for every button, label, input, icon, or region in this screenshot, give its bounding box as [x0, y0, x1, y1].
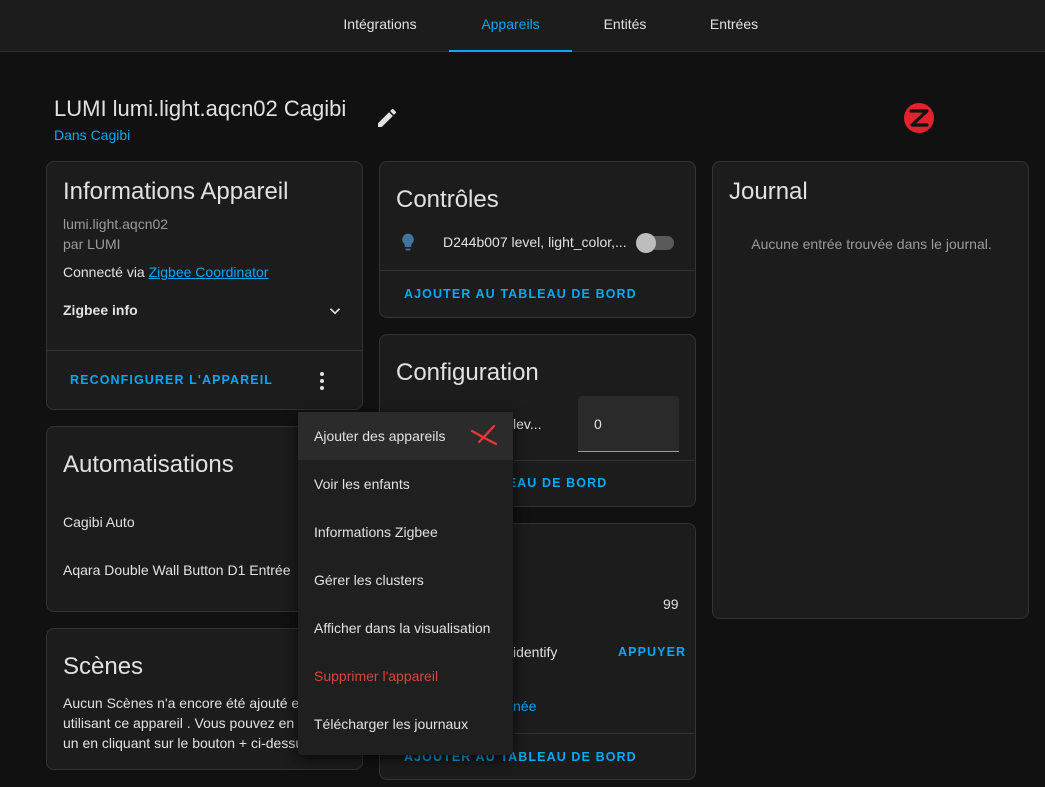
press-button[interactable]: APPUYER — [618, 645, 686, 659]
light-toggle[interactable] — [636, 233, 674, 253]
automation-item[interactable]: Cagibi Auto — [63, 514, 135, 530]
card-title: Informations Appareil — [63, 178, 289, 205]
add-to-dashboard-button[interactable]: AJOUTER AU TABLEAU DE BORD — [404, 287, 637, 301]
menu-item-delete-device[interactable]: Supprimer l'appareil — [298, 652, 513, 700]
partial-link[interactable]: née — [513, 698, 536, 714]
menu-item-show-visualization[interactable]: Afficher dans la visualisation — [298, 604, 513, 652]
journal-card: Journal Aucune entrée trouvée dans le jo… — [712, 161, 1029, 619]
reconfigure-button[interactable]: RECONFIGURER L'APPAREIL — [70, 373, 273, 387]
scenes-text-line: Aucun Scènes n'a encore été ajouté en — [63, 695, 307, 711]
identify-label: identify — [513, 644, 558, 660]
brand-text: zigbee — [938, 103, 1022, 133]
coordinator-link[interactable]: Zigbee Coordinator — [149, 264, 269, 280]
tab-devices[interactable]: Appareils — [449, 0, 572, 52]
scenes-text-line: utilisant ce appareil . Vous pouvez en a — [63, 715, 306, 731]
more-vertical-icon[interactable] — [310, 369, 334, 393]
toggle-knob — [636, 233, 656, 253]
card-title: Scènes — [63, 653, 144, 680]
red-cross-annotation-icon — [470, 424, 498, 446]
card-title: Journal — [729, 178, 808, 205]
diagnostic-value: 99 — [663, 596, 679, 612]
card-title: Configuration — [396, 359, 539, 386]
zigbee-logo: zigbee — [904, 103, 1022, 133]
device-manufacturer: par LUMI — [63, 236, 121, 252]
config-number-input[interactable]: 0 — [578, 396, 679, 452]
light-entity-name[interactable]: D244b007 level, light_color,... — [443, 234, 627, 250]
device-model: lumi.light.aqcn02 — [63, 216, 169, 232]
config-row-label: lev... — [513, 416, 542, 432]
scenes-text-line: un en cliquant sur le bouton + ci-dessu — [63, 735, 304, 751]
controls-card: Contrôles D244b007 level, light_color,..… — [379, 161, 696, 318]
divider — [380, 270, 695, 271]
pencil-icon[interactable] — [375, 106, 399, 130]
menu-item-manage-clusters[interactable]: Gérer les clusters — [298, 556, 513, 604]
connected-prefix: Connecté via — [63, 264, 149, 280]
device-info-card: Informations Appareil lumi.light.aqcn02 … — [46, 161, 363, 410]
lightbulb-icon — [402, 233, 414, 251]
divider — [47, 350, 362, 351]
card-title: Automatisations — [63, 451, 234, 478]
journal-empty-message: Aucune entrée trouvée dans le journal. — [751, 236, 992, 252]
top-tab-bar: Intégrations Appareils Entités Entrées — [0, 0, 1045, 52]
device-area-link[interactable]: Dans Cagibi — [54, 127, 130, 143]
automation-item[interactable]: Aqara Double Wall Button D1 Entrée — [63, 562, 291, 578]
zigbee-info-expander[interactable]: Zigbee info — [63, 302, 138, 318]
card-title: Contrôles — [396, 186, 499, 213]
menu-item-zigbee-info[interactable]: Informations Zigbee — [298, 508, 513, 556]
menu-item-download-logs[interactable]: Télécharger les journaux — [298, 700, 513, 748]
connected-via: Connecté via Zigbee Coordinator — [63, 264, 268, 280]
chevron-down-icon[interactable] — [326, 302, 344, 320]
tab-integrations[interactable]: Intégrations — [330, 0, 430, 52]
tab-entities[interactable]: Entités — [590, 0, 660, 52]
device-actions-menu: Ajouter des appareils Voir les enfants I… — [298, 412, 513, 755]
tab-helpers[interactable]: Entrées — [700, 0, 768, 52]
menu-item-view-children[interactable]: Voir les enfants — [298, 460, 513, 508]
add-to-dashboard-button[interactable]: LEAU DE BORD — [499, 476, 607, 490]
device-title: LUMI lumi.light.aqcn02 Cagibi — [54, 96, 347, 121]
